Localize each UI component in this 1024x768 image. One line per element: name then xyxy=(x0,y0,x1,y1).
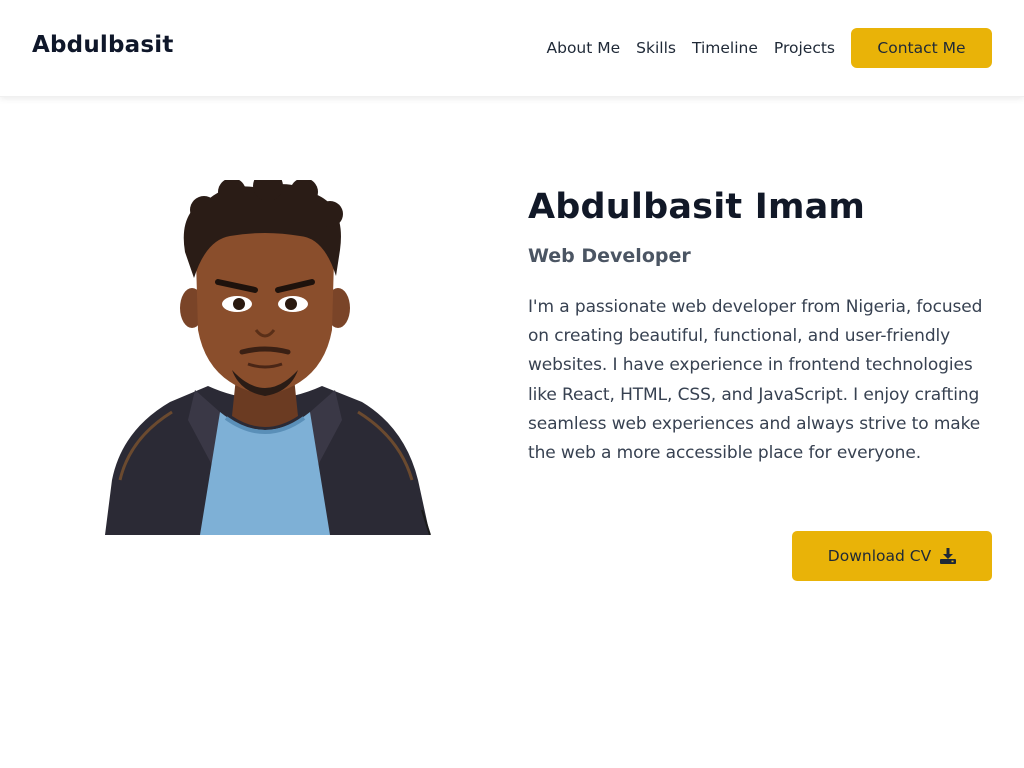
site-logo[interactable]: Abdulbasit xyxy=(32,32,174,58)
nav-menu: About Me Skills Timeline Projects Contac… xyxy=(547,28,992,68)
profile-avatar xyxy=(100,171,435,536)
hero-name: Abdulbasit Imam xyxy=(528,187,866,227)
download-cv-label: Download CV xyxy=(827,547,932,565)
hero-section: Abdulbasit Imam Web Developer I'm a pass… xyxy=(528,184,994,468)
hero-bio: I'm a passionate web developer from Nige… xyxy=(528,297,983,464)
contact-me-button[interactable]: Contact Me xyxy=(851,28,992,68)
navbar: Abdulbasit About Me Skills Timeline Proj… xyxy=(0,0,1024,97)
nav-link-skills[interactable]: Skills xyxy=(636,39,676,57)
hero-role: Web Developer xyxy=(528,245,691,267)
download-icon xyxy=(940,548,957,564)
nav-link-timeline[interactable]: Timeline xyxy=(692,39,758,57)
download-cv-button[interactable]: Download CV xyxy=(792,531,992,581)
nav-link-about[interactable]: About Me xyxy=(547,39,621,57)
nav-link-projects[interactable]: Projects xyxy=(774,39,835,57)
